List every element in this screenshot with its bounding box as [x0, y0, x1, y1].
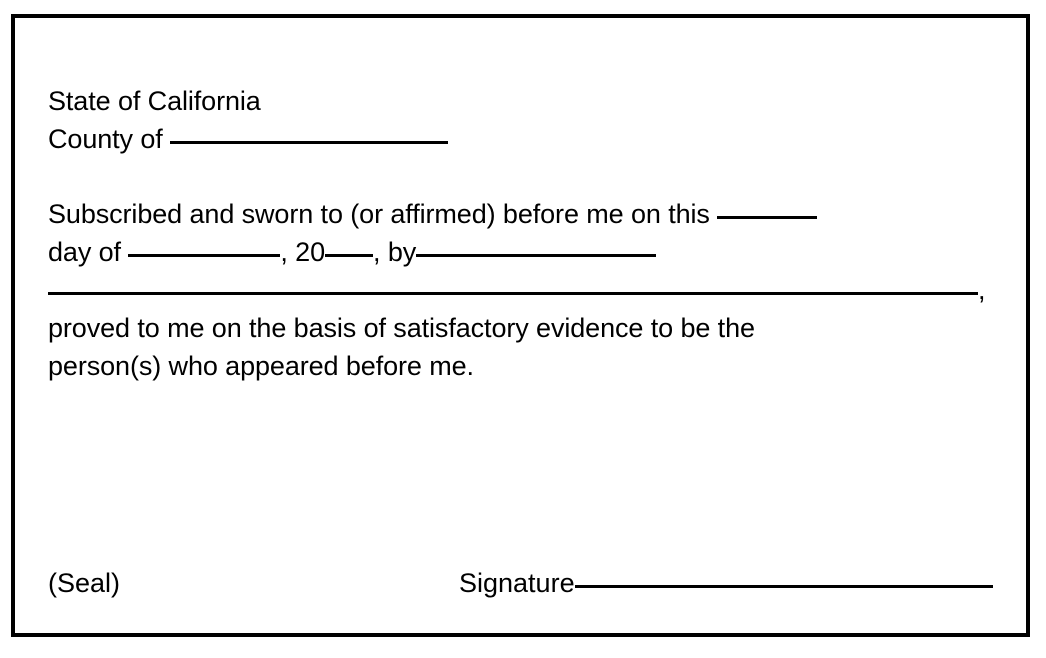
comma-after-name: ,: [978, 275, 986, 305]
month-blank-field[interactable]: [128, 254, 281, 257]
sworn-line-2: day of , 20, by: [48, 233, 985, 271]
form-body: State of California County of Subscribed…: [37, 62, 1022, 629]
sworn-statement-block: Subscribed and sworn to (or affirmed) be…: [48, 195, 986, 385]
signer-name-blank-field-part1[interactable]: [416, 254, 657, 257]
form-border: State of California County of Subscribed…: [11, 14, 1030, 637]
signature-label: Signature: [459, 568, 575, 598]
signature-blank-field[interactable]: [574, 585, 993, 588]
sworn-line-5: person(s) who appeared before me.: [48, 347, 985, 385]
sworn-line-1: Subscribed and sworn to (or affirmed) be…: [48, 195, 985, 233]
footer-row: (Seal) Signature: [48, 564, 1034, 608]
seal-label: (Seal): [48, 568, 121, 598]
year-prefix-label: 20: [295, 237, 326, 267]
signature-group: Signature: [459, 564, 993, 602]
sworn-intro-text: Subscribed and sworn to (or affirmed) be…: [48, 199, 710, 229]
comma-after-month: ,: [280, 237, 288, 267]
state-county-block: State of California County of: [48, 82, 449, 158]
proved-evidence-text: proved to me on the basis of satisfactor…: [48, 313, 755, 343]
signer-name-blank-field-part2[interactable]: [48, 292, 978, 295]
year-blank-field[interactable]: [325, 254, 374, 257]
county-label: County of: [48, 124, 163, 154]
day-of-label: day of: [48, 237, 121, 267]
state-line: State of California: [48, 82, 448, 120]
county-line: County of: [48, 120, 449, 158]
sworn-line-4: proved to me on the basis of satisfactor…: [48, 309, 985, 347]
person-appeared-text: person(s) who appeared before me.: [48, 351, 474, 381]
sworn-line-3: ,: [48, 271, 986, 309]
by-label: by: [387, 237, 417, 267]
day-number-blank-field[interactable]: [717, 216, 818, 219]
state-label: State of California: [48, 86, 261, 116]
county-blank-field[interactable]: [170, 141, 449, 144]
acknowledgment-page: State of California County of Subscribed…: [0, 0, 1046, 658]
